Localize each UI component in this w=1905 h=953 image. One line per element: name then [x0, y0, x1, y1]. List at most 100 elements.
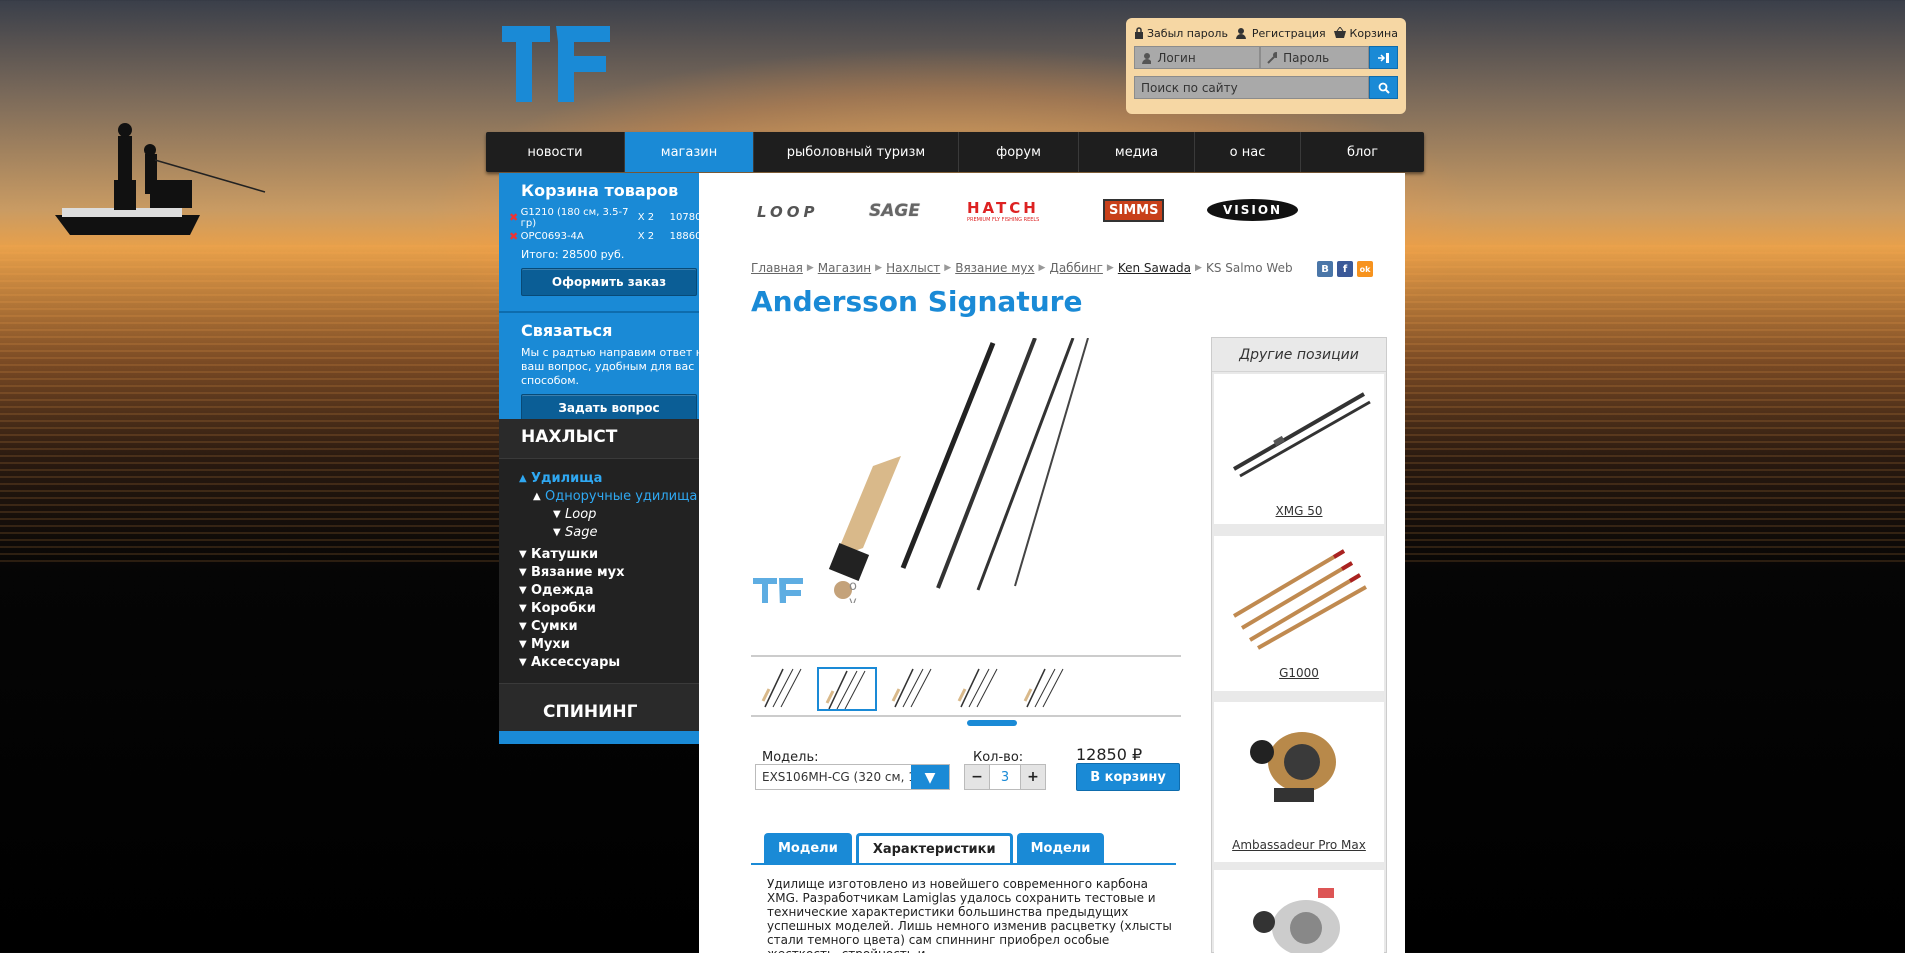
login-field[interactable]: [1134, 46, 1260, 69]
boat-silhouette: [55, 123, 266, 235]
thumbnail[interactable]: [951, 667, 1011, 711]
thumbnail-strip: [751, 655, 1181, 726]
category-item-boxes[interactable]: ▼ Коробки: [519, 599, 721, 617]
category-item-sage[interactable]: ▼ Sage: [519, 523, 721, 541]
product-tabs: Модели Характеристики Модели: [764, 833, 1105, 863]
cart-title: Корзина товаров: [521, 181, 679, 200]
thumbnail[interactable]: [1017, 667, 1077, 711]
tab-specifications[interactable]: Характеристики: [855, 833, 1013, 863]
facebook-icon[interactable]: f: [1337, 261, 1353, 277]
other-product-card[interactable]: XMG 50: [1214, 374, 1384, 524]
other-product-card[interactable]: [1214, 870, 1384, 953]
category-item-accessories[interactable]: ▼ Аксессуары: [519, 653, 721, 671]
nav-forum[interactable]: форум: [959, 132, 1079, 172]
main-nav: новости магазин рыболовный туризм форум …: [486, 132, 1424, 172]
watermark-logo: o y fishermen: [753, 578, 857, 603]
search-field[interactable]: [1134, 76, 1369, 99]
spinning-section[interactable]: СПИНИНГ: [499, 683, 721, 734]
qty-label: Кол-во:: [973, 750, 1024, 765]
brand-hatch[interactable]: HATCH PREMIUM FLY FISHING REELS: [967, 199, 1039, 223]
triangle-up-icon: ▲: [533, 490, 541, 502]
quantity-value[interactable]: 3: [990, 764, 1020, 790]
key-icon: [1267, 51, 1278, 64]
tab-models[interactable]: Модели: [764, 833, 852, 863]
breadcrumb-item[interactable]: Даббинг: [1049, 261, 1102, 275]
carousel-indicator[interactable]: [967, 720, 1017, 726]
lock-icon: [1135, 27, 1143, 39]
top-links: Забыл пароль Регистрация Корзина: [1134, 24, 1398, 42]
minus-button[interactable]: −: [964, 764, 990, 790]
category-item-loop[interactable]: ▼ Loop: [519, 505, 721, 523]
site-logo[interactable]: [502, 24, 612, 104]
ask-question-button[interactable]: Задать вопрос: [521, 394, 697, 422]
brand-simms[interactable]: SIMMS: [1103, 199, 1165, 222]
thumbnail[interactable]: [885, 667, 945, 711]
login-button[interactable]: [1369, 46, 1398, 69]
nav-media[interactable]: медиа: [1079, 132, 1195, 172]
remove-icon[interactable]: ✖: [509, 230, 521, 243]
triangle-right-icon: ▶: [875, 263, 883, 273]
model-select[interactable]: EXS106MH-CG (320 см, 1 ▼: [755, 764, 950, 790]
password-field[interactable]: [1260, 46, 1369, 69]
product-photo[interactable]: o y fishermen: [753, 338, 1181, 603]
tab-models-2[interactable]: Модели: [1016, 833, 1105, 863]
user-add-icon: [1235, 28, 1246, 39]
product-link[interactable]: Ambassadeur Pro Max: [1214, 838, 1384, 852]
checkout-button[interactable]: Оформить заказ: [521, 268, 697, 296]
thumbnail[interactable]: [755, 667, 815, 711]
add-to-cart-button[interactable]: В корзину: [1076, 763, 1180, 791]
product-link[interactable]: XMG 50: [1214, 504, 1384, 518]
breadcrumb-item[interactable]: Главная: [751, 261, 803, 275]
chevron-down-icon[interactable]: ▼: [911, 765, 949, 789]
nav-shop[interactable]: магазин: [625, 132, 754, 172]
search-icon: [1378, 82, 1390, 94]
category-item-fly-tying[interactable]: ▼ Вязание мух: [519, 563, 721, 581]
nav-fishing-tourism[interactable]: рыболовный туризм: [754, 132, 959, 172]
model-label: Модель:: [762, 750, 819, 765]
triangle-up-icon: ▲: [519, 472, 527, 484]
triangle-right-icon: ▶: [1106, 263, 1114, 273]
register-link[interactable]: Регистрация: [1235, 27, 1326, 40]
category-menu: НАХЛЫСТ ▲ Удилища ▲ Одноручные удилища ▼ Lo…: [499, 419, 721, 744]
quantity-stepper: − 3 +: [964, 764, 1046, 790]
brand-sage[interactable]: SAGE: [869, 201, 920, 221]
triangle-down-icon: ▼: [519, 638, 527, 650]
category-item-single-hand[interactable]: ▲ Одноручные удилища: [519, 487, 721, 505]
forgot-password-link[interactable]: Забыл пароль: [1134, 27, 1228, 40]
product-price: 12850 ₽: [1076, 745, 1143, 764]
brand-vision[interactable]: VISION: [1207, 199, 1299, 221]
brand-loop[interactable]: LOOP: [757, 203, 819, 221]
category-item-rods[interactable]: ▲ Удилища: [519, 469, 721, 487]
nav-about[interactable]: о нас: [1195, 132, 1301, 172]
breadcrumb-item[interactable]: Магазин: [818, 261, 871, 275]
plus-button[interactable]: +: [1020, 764, 1046, 790]
cart-item: ✖ G1210 (180 см, 3.5-7 гр) X 2 10780р.: [509, 206, 711, 229]
category-item-bags[interactable]: ▼ Сумки: [519, 617, 721, 635]
contact-box: Связаться Мы с радтью направим ответ на …: [499, 313, 721, 422]
category-item-reels[interactable]: ▼ Катушки: [519, 545, 721, 563]
thumbnail-selected[interactable]: [817, 667, 877, 711]
search-input[interactable]: [1141, 80, 1368, 95]
triangle-right-icon: ▶: [944, 263, 952, 273]
search-button[interactable]: [1369, 76, 1398, 99]
breadcrumb-item[interactable]: Нахлыст: [886, 261, 940, 275]
breadcrumb-item[interactable]: Ken Sawada: [1118, 261, 1191, 275]
category-item-flies[interactable]: ▼ Мухи: [519, 635, 721, 653]
other-product-card[interactable]: Ambassadeur Pro Max: [1214, 702, 1384, 862]
nav-news[interactable]: новости: [486, 132, 625, 172]
page-title: Andersson Signature: [751, 285, 1083, 318]
password-input[interactable]: [1283, 50, 1368, 65]
remove-icon[interactable]: ✖: [509, 211, 521, 224]
cart-link[interactable]: Корзина: [1333, 27, 1398, 40]
odnoklassniki-icon[interactable]: ok: [1357, 261, 1373, 277]
other-products: Другие позиции XMG 50 G1000 Ambassadeur …: [1211, 337, 1387, 953]
product-link[interactable]: G1000: [1214, 666, 1384, 680]
search-row: [1134, 76, 1398, 99]
login-input[interactable]: [1157, 50, 1259, 65]
category-item-clothing[interactable]: ▼ Одежда: [519, 581, 721, 599]
breadcrumb-item[interactable]: Вязание мух: [955, 261, 1034, 275]
login-row: [1134, 46, 1398, 69]
other-product-card[interactable]: G1000: [1214, 536, 1384, 691]
vk-icon[interactable]: В: [1317, 261, 1333, 277]
nav-blog[interactable]: блог: [1301, 132, 1424, 172]
